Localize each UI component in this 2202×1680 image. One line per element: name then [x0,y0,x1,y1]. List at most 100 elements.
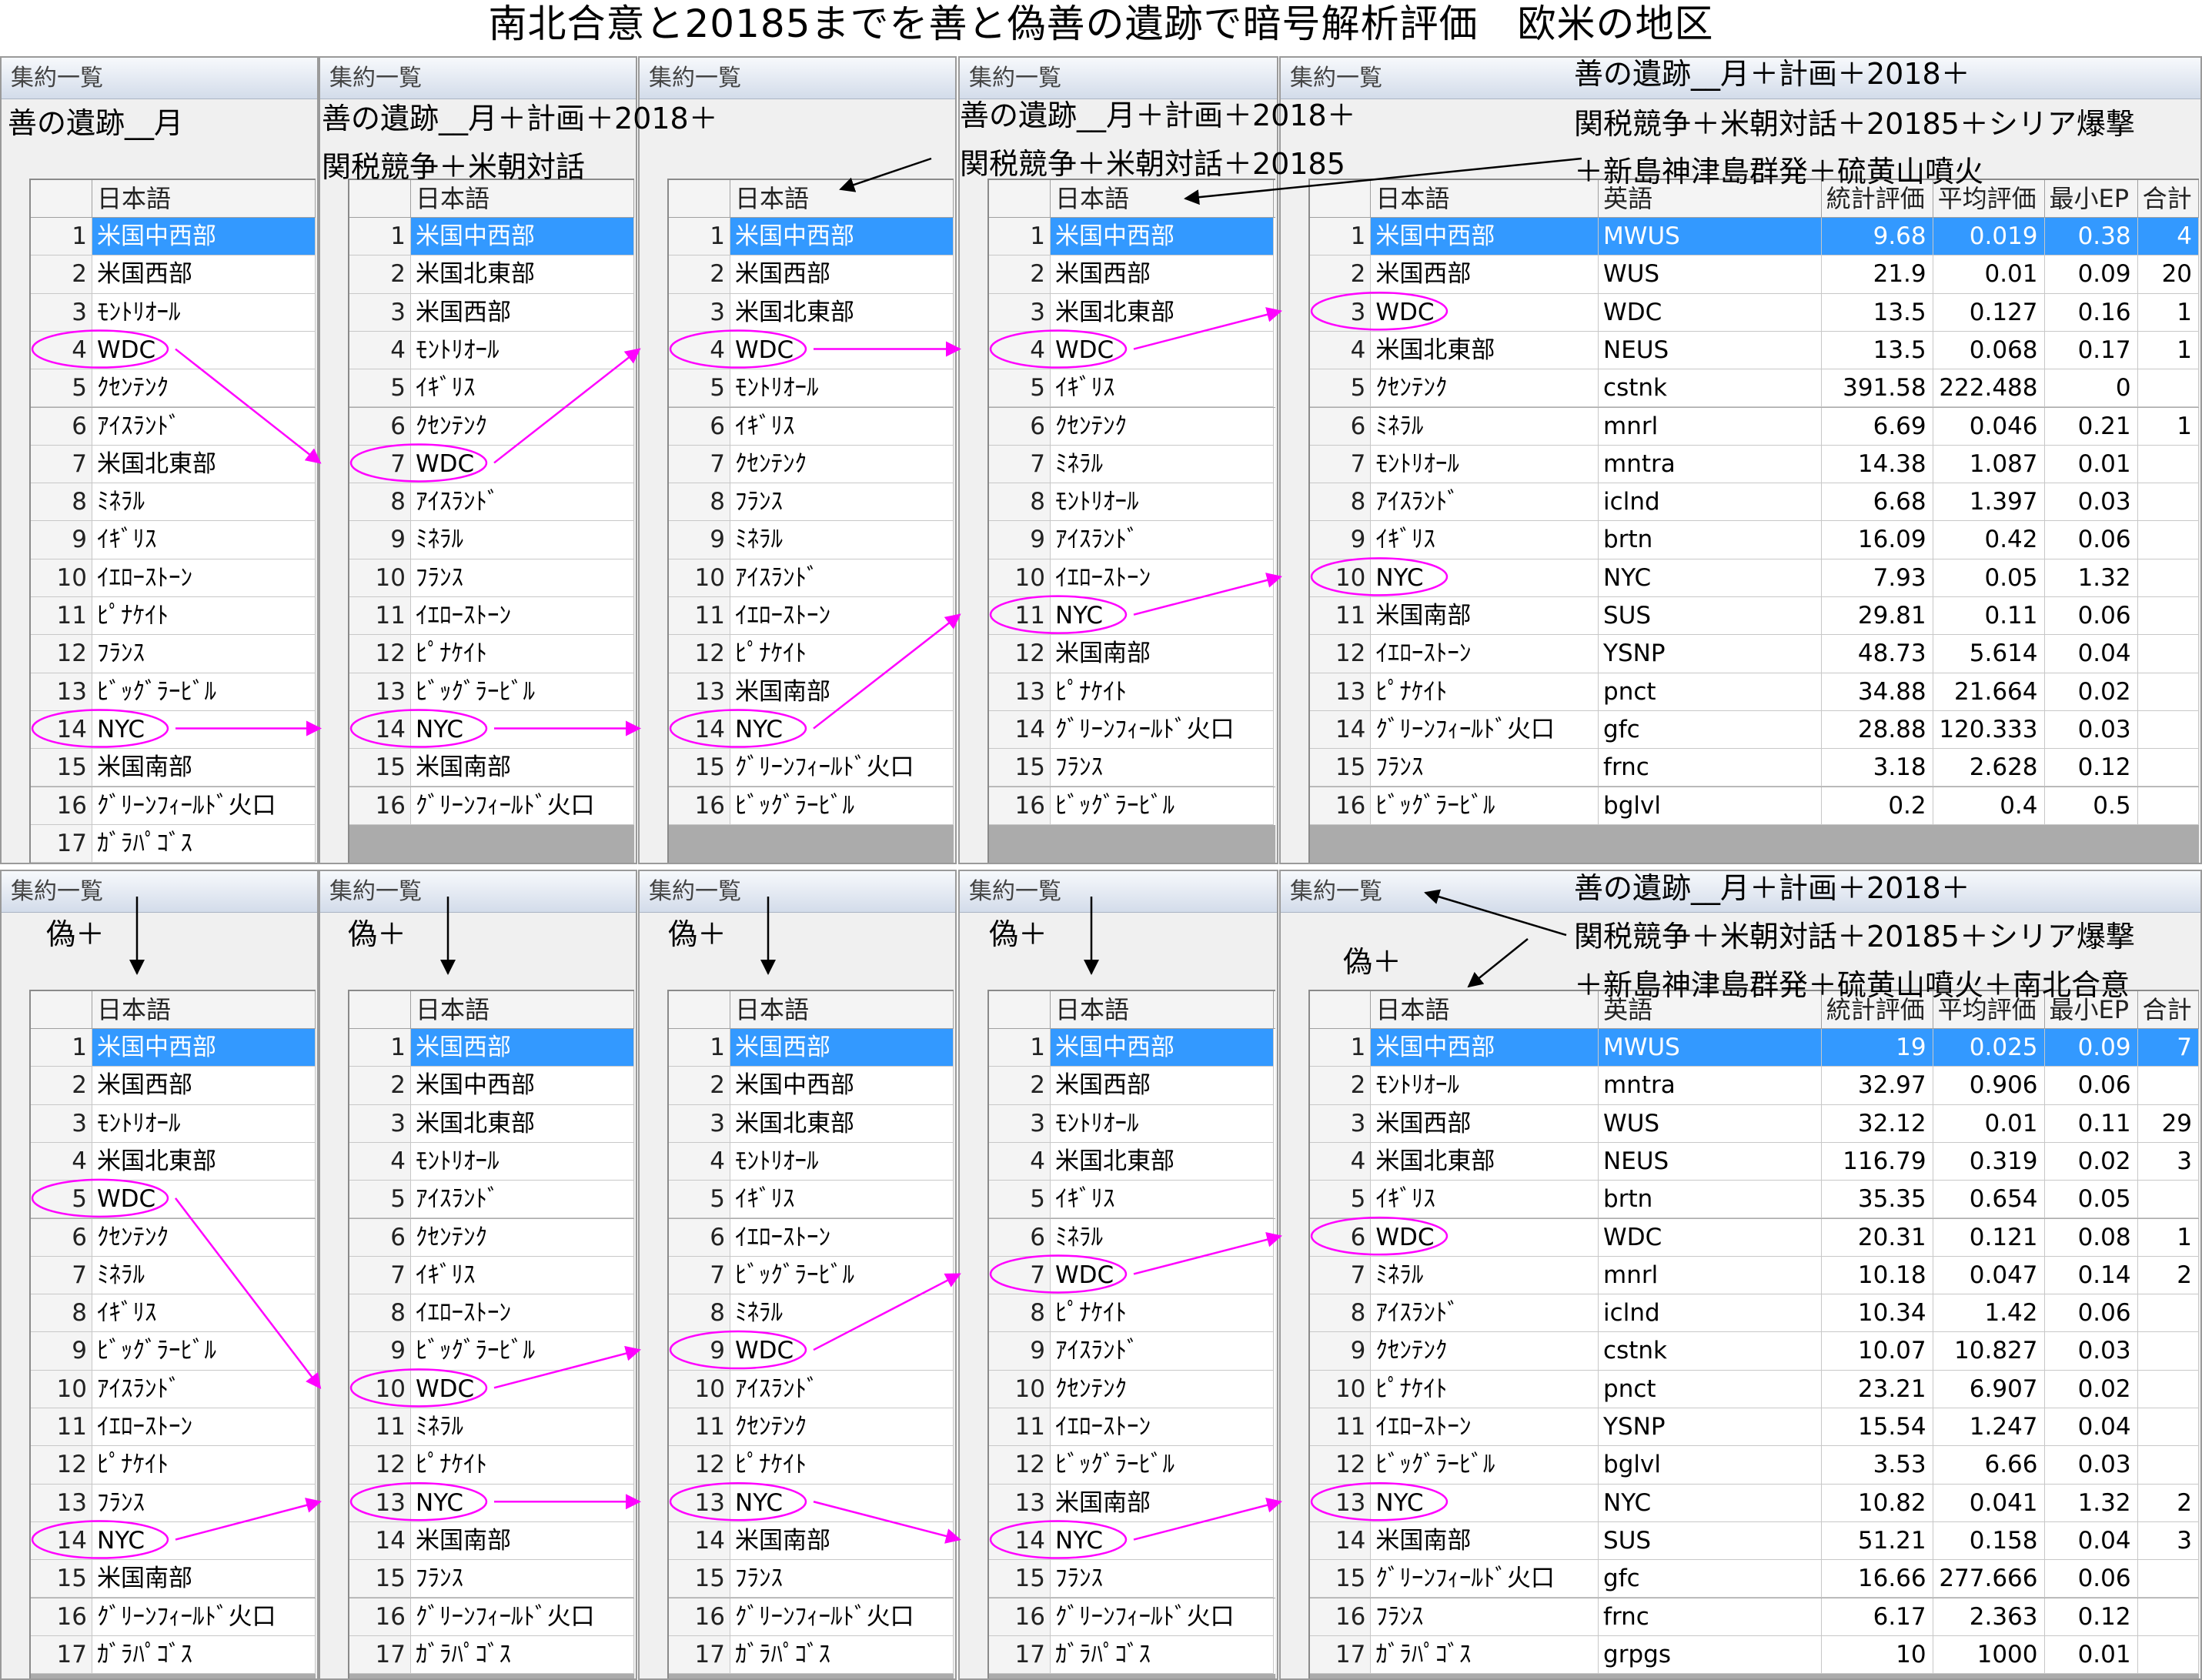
table-row[interactable]: 6 ﾐﾈﾗﾙ mnrl 6.69 0.046 0.21 1 [1310,407,2199,446]
table-row[interactable]: 12 ﾌﾗﾝｽ [31,635,316,673]
table-row[interactable]: 16 ﾋﾞｯｸﾞﾗｰﾋﾞﾙ [669,787,954,825]
header-ja[interactable]: 日本語 [1051,991,1274,1029]
table-row[interactable]: 12 米国南部 [989,635,1275,673]
table-row[interactable]: 14 NYC [349,710,634,750]
table-row[interactable]: 10 NYC NYC 7.93 0.05 1.32 [1310,559,2199,597]
table-row[interactable]: 9 ｱｲｽﾗﾝﾄﾞ [989,1332,1275,1371]
table-row[interactable]: 15 米国南部 [31,1560,316,1598]
table-row[interactable]: 16 ｸﾞﾘｰﾝﾌｨｰﾙﾄﾞ火口 [349,1598,634,1636]
table-row[interactable]: 7 ﾐﾈﾗﾙ [31,1256,316,1295]
header-ja[interactable]: 日本語 [730,180,954,218]
header-num[interactable] [31,991,92,1029]
table-row[interactable]: 16 ﾋﾞｯｸﾞﾗｰﾋﾞﾙ [989,787,1275,825]
table-row[interactable]: 9 ｱｲｽﾗﾝﾄﾞ [989,521,1275,559]
table-row[interactable]: 15 ﾌﾗﾝｽ [349,1560,634,1598]
table-row[interactable]: 8 ﾋﾟﾅｹｲﾄ [989,1294,1275,1333]
table-row[interactable]: 15 ﾌﾗﾝｽ [669,1560,954,1598]
header-num[interactable] [1310,991,1372,1029]
table-row[interactable]: 16 ｸﾞﾘｰﾝﾌｨｰﾙﾄﾞ火口 [669,1598,954,1636]
table-row[interactable]: 3 ﾓﾝﾄﾘｵｰﾙ [989,1104,1275,1143]
table-row[interactable]: 9 ﾐﾈﾗﾙ [349,521,634,559]
table-row[interactable]: 11 ｸｾﾝﾃﾝｸ [669,1408,954,1447]
table-row[interactable]: 14 ｸﾞﾘｰﾝﾌｨｰﾙﾄﾞ火口 [989,710,1275,750]
table-row[interactable]: 14 NYC [31,710,316,750]
table-row[interactable]: 6 ｸｾﾝﾃﾝｸ [349,1218,634,1257]
header-sum[interactable]: 合計 [2138,180,2199,218]
header-sum[interactable]: 合計 [2138,991,2199,1029]
data-grid[interactable]: 日本語 英語 統計評価 平均評価 最小EP 合計 1 米国中西部 MWUS 19 0.025 0.09… [1308,990,2199,1678]
table-row[interactable]: 16 ｸﾞﾘｰﾝﾌｨｰﾙﾄﾞ火口 [31,1598,316,1636]
table-row[interactable]: 10 ｱｲｽﾗﾝﾄﾞ [31,1370,316,1408]
table-row[interactable]: 14 米国南部 [669,1521,954,1561]
table-row[interactable]: 1 米国中西部 [669,218,954,256]
table-row[interactable]: 1 米国中西部 [31,1029,316,1067]
header-ja[interactable]: 日本語 [92,991,316,1029]
table-row[interactable]: 17 ｶﾞﾗﾊﾟｺﾞｽ grpgs 10 1000 0.01 [1310,1635,2199,1675]
table-row[interactable]: 11 ｲｴﾛｰｽﾄｰﾝ YSNP 15.54 1.247 0.04 [1310,1408,2199,1447]
table-row[interactable]: 1 米国中西部 [349,218,634,256]
table-row[interactable]: 13 NYC NYC 10.82 0.041 1.32 2 [1310,1484,2199,1522]
table-row[interactable]: 7 ﾓﾝﾄﾘｵｰﾙ mntra 14.38 1.087 0.01 [1310,445,2199,484]
table-row[interactable]: 2 米国西部 [31,256,316,294]
table-row[interactable]: 16 ｸﾞﾘｰﾝﾌｨｰﾙﾄﾞ火口 [349,787,634,825]
table-row[interactable]: 13 米国南部 [669,673,954,711]
table-row[interactable]: 7 米国北東部 [31,445,316,484]
table-row[interactable]: 7 WDC [989,1256,1275,1295]
table-row[interactable]: 11 ﾐﾈﾗﾙ [349,1408,634,1447]
table-row[interactable]: 12 ｲｴﾛｰｽﾄｰﾝ YSNP 48.73 5.614 0.04 [1310,635,2199,673]
table-row[interactable]: 13 NYC [349,1484,634,1522]
table-row[interactable]: 3 米国西部 WUS 32.12 0.01 0.11 29 [1310,1104,2199,1143]
table-row[interactable]: 12 ﾋﾟﾅｹｲﾄ [669,635,954,673]
table-row[interactable]: 8 ﾌﾗﾝｽ [669,483,954,522]
table-row[interactable]: 14 NYC [31,1521,316,1561]
table-row[interactable]: 14 NYC [989,1521,1275,1561]
table-row[interactable]: 14 米国南部 SUS 51.21 0.158 0.04 3 [1310,1521,2199,1561]
data-grid[interactable]: 日本語 1 米国西部 2 米国中西部 3 米国北東部 4 ﾓﾝﾄﾘｵｰﾙ 5 ｱｲｽﾗﾝﾄﾞ 6 ｸｾﾝ… [348,990,634,1678]
table-row[interactable]: 16 ｸﾞﾘｰﾝﾌｨｰﾙﾄﾞ火口 [31,787,316,825]
table-row[interactable]: 12 ﾋﾟﾅｹｲﾄ [349,1446,634,1485]
header-num[interactable] [669,991,730,1029]
header-ja[interactable]: 日本語 [730,991,954,1029]
table-row[interactable]: 1 米国中西部 [989,1029,1275,1067]
table-row[interactable]: 3 ﾓﾝﾄﾘｵｰﾙ [31,1104,316,1143]
table-row[interactable]: 12 ﾋﾟﾅｹｲﾄ [669,1446,954,1485]
table-row[interactable]: 15 米国南部 [31,749,316,787]
header-num[interactable] [349,991,411,1029]
table-row[interactable]: 17 ｶﾞﾗﾊﾟｺﾞｽ [989,1635,1275,1675]
table-row[interactable]: 6 ｲｴﾛｰｽﾄｰﾝ [669,1218,954,1257]
table-row[interactable]: 12 ﾋﾟﾅｹｲﾄ [349,635,634,673]
table-row[interactable]: 1 米国中西部 MWUS 9.68 0.019 0.38 4 [1310,218,2199,256]
table-row[interactable]: 10 WDC [349,1370,634,1408]
table-row[interactable]: 15 ｸﾞﾘｰﾝﾌｨｰﾙﾄﾞ火口 [669,749,954,787]
table-row[interactable]: 10 ｲｴﾛｰｽﾄｰﾝ [989,559,1275,597]
table-row[interactable]: 13 ﾋﾟﾅｹｲﾄ pnct 34.88 21.664 0.02 [1310,673,2199,711]
table-row[interactable]: 9 ｸｾﾝﾃﾝｸ cstnk 10.07 10.827 0.03 [1310,1332,2199,1371]
table-row[interactable]: 7 ｸｾﾝﾃﾝｸ [669,445,954,484]
table-row[interactable]: 15 ｸﾞﾘｰﾝﾌｨｰﾙﾄﾞ火口 gfc 16.66 277.666 0.06 [1310,1560,2199,1598]
table-row[interactable]: 8 ｲｷﾞﾘｽ [31,1294,316,1333]
table-row[interactable]: 4 米国北東部 NEUS 116.79 0.319 0.02 3 [1310,1142,2199,1181]
table-row[interactable]: 11 ﾋﾟﾅｹｲﾄ [31,597,316,636]
table-row[interactable]: 7 ﾐﾈﾗﾙ mnrl 10.18 0.047 0.14 2 [1310,1256,2199,1295]
table-row[interactable]: 4 米国北東部 [989,1142,1275,1181]
table-row[interactable]: 13 米国南部 [989,1484,1275,1522]
table-row[interactable]: 9 ｲｷﾞﾘｽ brtn 16.09 0.42 0.06 [1310,521,2199,559]
table-row[interactable]: 4 米国北東部 NEUS 13.5 0.068 0.17 1 [1310,331,2199,370]
table-row[interactable]: 10 ｸｾﾝﾃﾝｸ [989,1370,1275,1408]
table-row[interactable]: 6 WDC WDC 20.31 0.121 0.08 1 [1310,1218,2199,1257]
table-row[interactable]: 15 ﾌﾗﾝｽ [989,749,1275,787]
table-row[interactable]: 2 米国中西部 [349,1067,634,1105]
table-row[interactable]: 14 NYC [669,710,954,750]
table-row[interactable]: 1 米国中西部 MWUS 19 0.025 0.09 7 [1310,1029,2199,1067]
table-row[interactable]: 13 ﾋﾞｯｸﾞﾗｰﾋﾞﾙ [349,673,634,711]
table-row[interactable]: 16 ﾌﾗﾝｽ frnc 6.17 2.363 0.12 [1310,1598,2199,1636]
table-row[interactable]: 2 米国西部 [31,1067,316,1105]
table-row[interactable]: 2 ﾓﾝﾄﾘｵｰﾙ mntra 32.97 0.906 0.06 [1310,1067,2199,1105]
data-grid[interactable]: 日本語 1 米国中西部 2 米国北東部 3 米国西部 4 ﾓﾝﾄﾘｵｰﾙ 5 ｲｷﾞﾘｽ 6 ｸｾﾝﾃﾝ… [348,179,634,863]
table-row[interactable]: 11 ｲｴﾛｰｽﾄｰﾝ [669,597,954,636]
header-ja[interactable]: 日本語 [92,180,316,218]
table-row[interactable]: 8 ｱｲｽﾗﾝﾄﾞ iclnd 10.34 1.42 0.06 [1310,1294,2199,1333]
table-row[interactable]: 5 WDC [31,1181,316,1219]
table-row[interactable]: 10 ｱｲｽﾗﾝﾄﾞ [669,1370,954,1408]
table-row[interactable]: 11 ｲｴﾛｰｽﾄｰﾝ [989,1408,1275,1447]
